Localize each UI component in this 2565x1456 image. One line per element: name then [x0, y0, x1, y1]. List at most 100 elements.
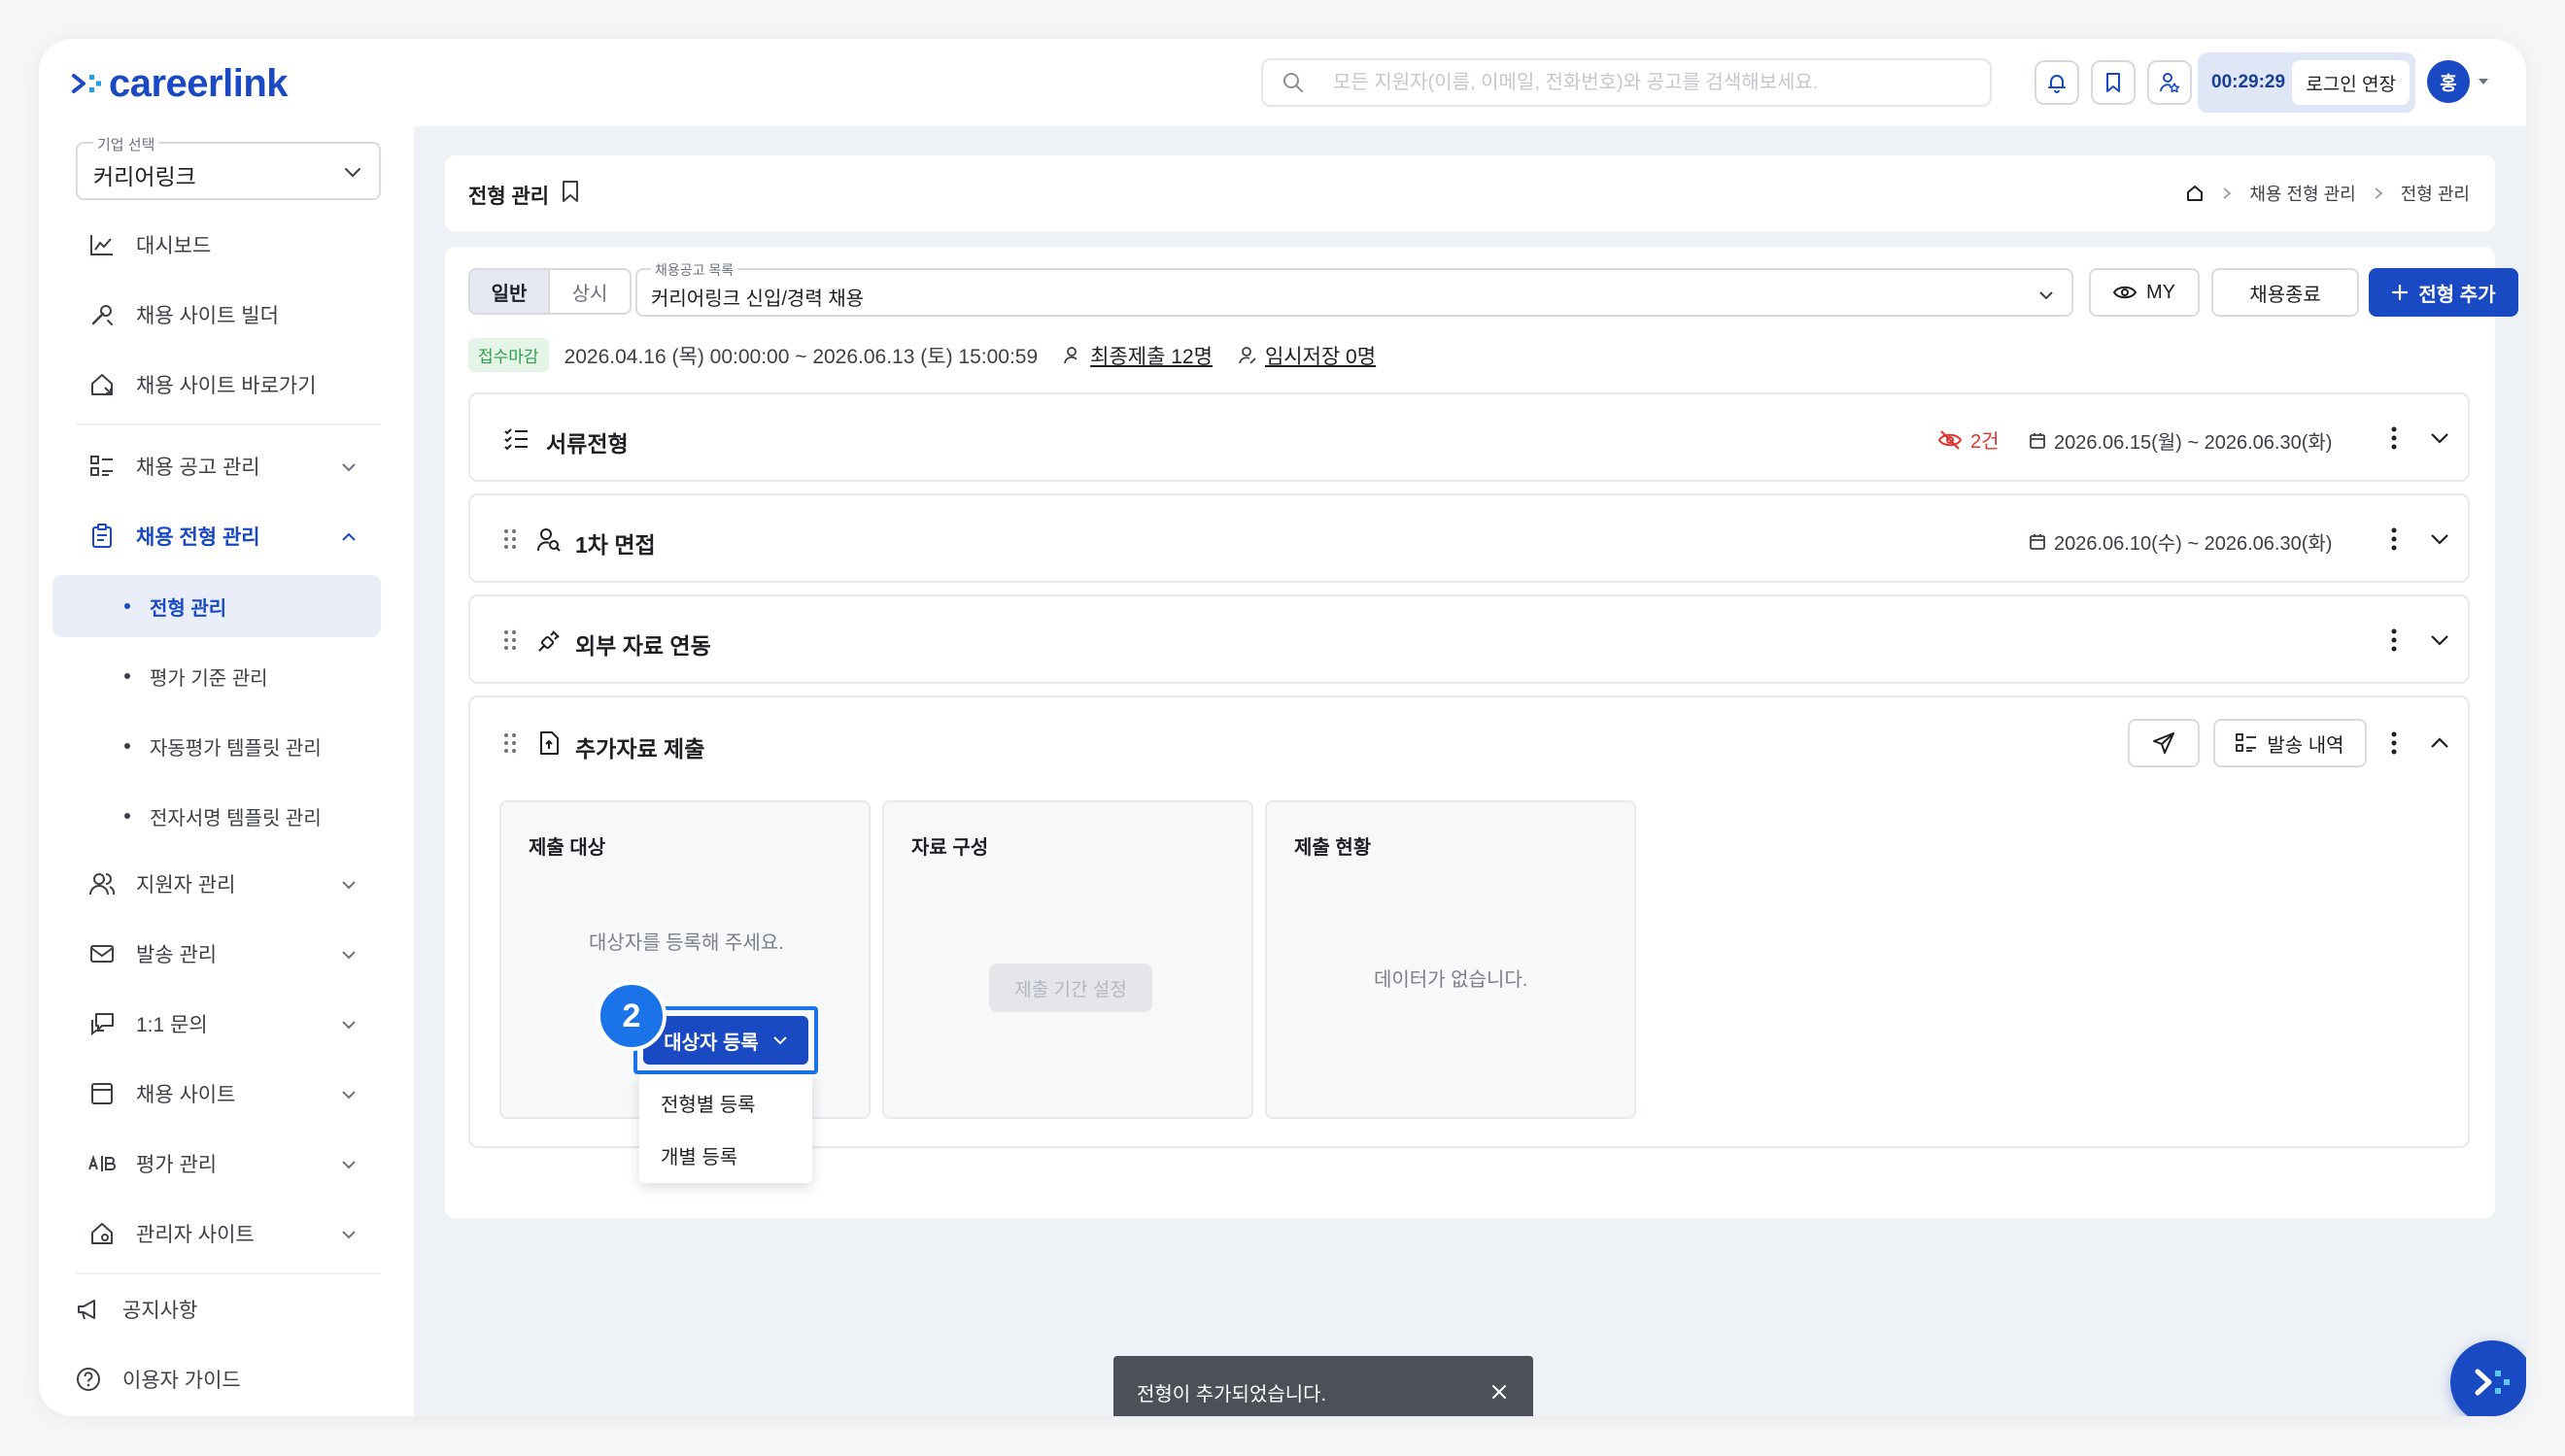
drag-handle-icon[interactable]	[503, 732, 517, 754]
drag-handle-icon[interactable]	[503, 629, 517, 651]
tab-general[interactable]: 일반	[470, 270, 550, 313]
sidebar-item-applicants[interactable]: 지원자 관리	[76, 855, 381, 913]
sidebar-item-label: 발송 관리	[136, 944, 218, 966]
sidebar-item-label: 채용 사이트	[136, 1084, 236, 1106]
more-icon[interactable]	[2390, 526, 2398, 552]
more-icon[interactable]	[2390, 425, 2398, 451]
caret-down-icon[interactable]	[2478, 78, 2489, 85]
posting-meta: 접수마감 2026.04.16 (목) 00:00:00 ~ 2026.06.1…	[468, 338, 1376, 372]
more-icon[interactable]	[2390, 627, 2398, 653]
close-recruitment-button[interactable]: 채용종료	[2211, 268, 2359, 317]
sidebar-subitem-criteria[interactable]: 평가 기준 관리	[52, 645, 381, 707]
empty-message: 대상자를 등록해 주세요.	[589, 932, 784, 954]
stage-dates-text: 2026.06.10(수) ~ 2026.06.30(화)	[2054, 533, 2333, 555]
send-history-label: 발송 내역	[2267, 734, 2344, 757]
extend-login-button[interactable]: 로그인 연장	[2292, 60, 2410, 105]
stage-title: 서류전형	[546, 431, 629, 457]
final-submit-link[interactable]: 최종제출 12명	[1090, 341, 1213, 370]
user-settings-button[interactable]	[2147, 60, 2192, 105]
logo[interactable]: careerlink	[70, 64, 289, 103]
user-icon	[1064, 346, 1077, 363]
checklist-icon	[504, 428, 528, 451]
sidebar-subitem-auto-eval-template[interactable]: 자동평가 템플릿 관리	[52, 715, 381, 777]
user-search-icon	[537, 528, 561, 552]
sidebar-item-site-shortcut[interactable]: 채용 사이트 바로가기	[76, 356, 381, 414]
sidebar-divider	[76, 423, 381, 425]
sidebar-item-label: 채용 사이트 빌더	[136, 305, 279, 327]
notification-button[interactable]	[2035, 60, 2079, 105]
sidebar-subitem-label: 평가 기준 관리	[150, 667, 268, 690]
bookmark-icon[interactable]	[560, 179, 581, 204]
posting-select-label: 채용공고 목록	[651, 260, 738, 280]
avatar[interactable]: 홍	[2427, 60, 2470, 103]
sidebar-item-admin-site[interactable]: 관리자 사이트	[76, 1204, 381, 1263]
search-input[interactable]	[1333, 63, 1990, 102]
calendar-icon	[2030, 533, 2045, 550]
sidebar-item-job-postings[interactable]: 채용 공고 관리	[76, 437, 381, 495]
panel-title: 자료 구성	[911, 837, 989, 859]
send-history-button[interactable]: 발송 내역	[2213, 719, 2367, 767]
stage-title: 추가자료 제출	[575, 736, 705, 762]
sidebar-item-career-site[interactable]: 채용 사이트	[76, 1065, 381, 1123]
chevron-down-icon[interactable]	[2429, 630, 2450, 650]
chevron-up-icon[interactable]	[2429, 733, 2450, 753]
chevron-down-icon[interactable]	[2429, 529, 2450, 549]
stage-title: 1차 면접	[575, 532, 656, 558]
step-badge: 2	[597, 981, 667, 1051]
more-icon[interactable]	[2390, 730, 2398, 756]
hidden-count-label: 2건	[1970, 431, 2000, 453]
panel-title: 제출 대상	[529, 837, 606, 859]
sidebar-item-evaluation[interactable]: 평가 관리	[76, 1134, 381, 1193]
home-icon	[91, 374, 113, 395]
logo-mark-icon	[72, 74, 101, 93]
add-stage-button[interactable]: 전형 추가	[2369, 268, 2518, 317]
bell-icon	[2048, 75, 2066, 93]
chevron-right-icon	[2375, 187, 2383, 199]
chevron-down-icon	[342, 951, 356, 960]
chevron-down-icon[interactable]	[2429, 428, 2450, 448]
menu-item-register-individual[interactable]: 개별 등록	[639, 1131, 812, 1179]
sidebar-item-inquiry[interactable]: 1:1 문의	[76, 995, 381, 1053]
sidebar-item-selection-process[interactable]: 채용 전형 관리	[76, 507, 381, 565]
eye-off-icon	[1937, 429, 1963, 450]
panel-submission-status: 제출 현황 데이터가 없습니다.	[1265, 800, 1636, 1119]
sidebar-subitem-stage-management[interactable]: 전형 관리	[52, 575, 381, 637]
stage-document[interactable]: 서류전형 2건 2026.06.15(월) ~ 2026.06.30(화)	[468, 392, 2470, 482]
temp-save-link[interactable]: 임시저장 0명	[1265, 341, 1376, 370]
sidebar-item-label: 채용 전형 관리	[136, 526, 260, 549]
bullet-icon	[124, 673, 130, 679]
stage-external-data[interactable]: 외부 자료 연동	[468, 594, 2470, 684]
plug-icon	[538, 630, 560, 652]
sidebar-item-user-guide[interactable]: 이용자 가이드	[62, 1350, 367, 1408]
send-icon	[2153, 732, 2174, 754]
chatbot-button[interactable]	[2450, 1340, 2526, 1416]
panel-material-config: 자료 구성 제출 기간 설정	[882, 800, 1253, 1119]
sidebar-item-site-builder[interactable]: 채용 사이트 빌더	[76, 286, 381, 344]
bookmark-button[interactable]	[2091, 60, 2136, 105]
tab-always[interactable]: 상시	[550, 270, 630, 313]
my-filter-button[interactable]: MY	[2089, 268, 2200, 317]
calendar-icon	[2030, 432, 2045, 449]
breadcrumb-item[interactable]: 채용 전형 관리	[2249, 181, 2355, 206]
hidden-count[interactable]: 2건	[1937, 425, 2000, 454]
stage-interview-1[interactable]: 1차 면접 2026.06.10(수) ~ 2026.06.30(화)	[468, 493, 2470, 583]
send-button[interactable]	[2128, 719, 2200, 767]
set-period-button[interactable]: 제출 기간 설정	[989, 964, 1152, 1012]
sidebar-subitem-esign-template[interactable]: 전자서명 템플릿 관리	[52, 785, 381, 847]
status-badge: 접수마감	[468, 338, 549, 372]
home-icon[interactable]	[2185, 184, 2205, 203]
sidebar-item-notice[interactable]: 공지사항	[62, 1280, 367, 1338]
posting-select[interactable]: 채용공고 목록 커리어링크 신입/경력 채용	[635, 260, 2073, 317]
sidebar-subitem-label: 전자서명 템플릿 관리	[150, 807, 322, 830]
chevron-up-icon	[342, 532, 356, 541]
help-icon	[77, 1368, 100, 1391]
sidebar-item-messaging[interactable]: 발송 관리	[76, 925, 381, 983]
register-target-button[interactable]: 대상자 등록	[643, 1016, 808, 1065]
sidebar-item-dashboard[interactable]: 대시보드	[76, 216, 381, 274]
company-select[interactable]: 기업 선택 커리어링크	[76, 134, 381, 200]
menu-item-register-by-stage[interactable]: 전형별 등록	[639, 1078, 812, 1127]
close-icon[interactable]	[1490, 1383, 1508, 1401]
megaphone-icon	[78, 1300, 95, 1320]
breadcrumb-item: 전형 관리	[2400, 185, 2470, 204]
drag-handle-icon[interactable]	[503, 528, 517, 550]
